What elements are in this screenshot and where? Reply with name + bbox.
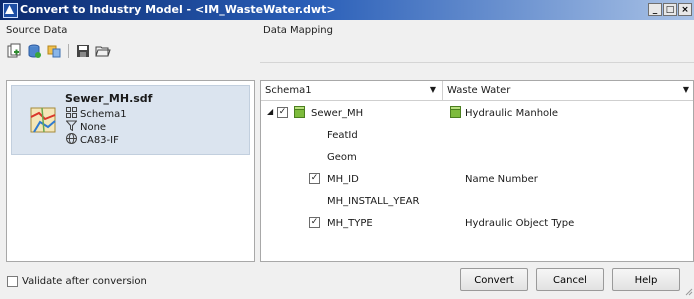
connect-icon[interactable] <box>46 43 62 59</box>
source-field: Geom <box>327 152 357 163</box>
source-toolbar <box>6 42 111 60</box>
convert-button[interactable]: Convert <box>460 268 528 291</box>
mapping-row[interactable]: ✓ MH_ID Name Number <box>261 169 693 191</box>
source-field: Sewer_MH <box>311 108 364 119</box>
source-list: Sewer_MH.sdf Schema1 None CA83-IF <box>6 80 255 262</box>
filter-icon <box>65 120 78 134</box>
mapping-row-class[interactable]: ◢ ✓ Sewer_MH Hydraulic Manhole <box>261 103 693 125</box>
source-item[interactable]: Sewer_MH.sdf Schema1 None CA83-IF <box>11 85 250 155</box>
target-field: Hydraulic Manhole <box>465 108 559 119</box>
window-title: Convert to Industry Model - <IM_WasteWat… <box>20 3 336 16</box>
source-field: FeatId <box>327 130 358 141</box>
target-field: Name Number <box>465 174 538 185</box>
feature-class-icon <box>450 106 461 121</box>
mapping-row[interactable]: Geom <box>261 147 693 169</box>
toolbar-separator <box>68 44 69 58</box>
validate-checkbox[interactable] <box>7 276 18 287</box>
target-field: Hydraulic Object Type <box>465 218 575 229</box>
open-folder-icon[interactable] <box>95 43 111 59</box>
minimize-button[interactable]: _ <box>648 3 662 16</box>
schema-name: Schema1 <box>80 108 127 120</box>
chevron-down-icon: ▼ <box>429 85 436 94</box>
map-icon <box>30 107 56 136</box>
schema-row: Schema1 <box>66 107 127 121</box>
schema-select-value: Schema1 <box>265 85 312 96</box>
filter-value: None <box>80 121 107 133</box>
row-checkbox[interactable]: ✓ <box>309 173 320 184</box>
title-bar: Convert to Industry Model - <IM_WasteWat… <box>0 0 694 20</box>
source-name: Sewer_MH.sdf <box>65 92 153 105</box>
close-button[interactable]: × <box>678 3 692 16</box>
mapping-row[interactable]: MH_INSTALL_YEAR <box>261 191 693 213</box>
industry-model-select[interactable]: Waste Water ▼ <box>443 81 693 101</box>
validate-label[interactable]: Validate after conversion <box>22 276 147 287</box>
cancel-button[interactable]: Cancel <box>536 268 604 291</box>
source-data-label: Source Data <box>6 25 68 36</box>
expand-triangle-icon[interactable]: ◢ <box>267 107 273 116</box>
source-field: MH_TYPE <box>327 218 373 229</box>
coordinate-system-row: CA83-IF <box>66 133 119 147</box>
data-mapping-label: Data Mapping <box>263 25 333 36</box>
coordinate-system-value: CA83-IF <box>80 134 119 146</box>
row-checkbox[interactable]: ✓ <box>277 107 288 118</box>
mapping-grid: Schema1 ▼ Waste Water ▼ ◢ ✓ Sewer_MH Hyd… <box>260 80 694 262</box>
industry-model-select-value: Waste Water <box>447 85 511 96</box>
app-logo-icon <box>3 3 18 18</box>
chevron-down-icon: ▼ <box>682 85 689 94</box>
source-field: MH_INSTALL_YEAR <box>327 196 420 207</box>
database-icon[interactable] <box>26 43 42 59</box>
maximize-button[interactable]: □ <box>663 3 677 16</box>
feature-class-icon <box>294 106 305 121</box>
schema-icon <box>66 107 77 121</box>
help-button[interactable]: Help <box>612 268 680 291</box>
row-checkbox[interactable]: ✓ <box>309 217 320 228</box>
resize-grip-icon[interactable] <box>685 288 693 296</box>
filter-row: None <box>65 120 107 134</box>
globe-icon <box>66 133 77 147</box>
mapping-toolbar <box>260 42 694 63</box>
mapping-row[interactable]: FeatId <box>261 125 693 147</box>
schema-select[interactable]: Schema1 ▼ <box>261 81 443 101</box>
source-field: MH_ID <box>327 174 359 185</box>
add-source-icon[interactable] <box>6 43 22 59</box>
save-icon[interactable] <box>75 43 91 59</box>
mapping-row[interactable]: ✓ MH_TYPE Hydraulic Object Type <box>261 213 693 235</box>
